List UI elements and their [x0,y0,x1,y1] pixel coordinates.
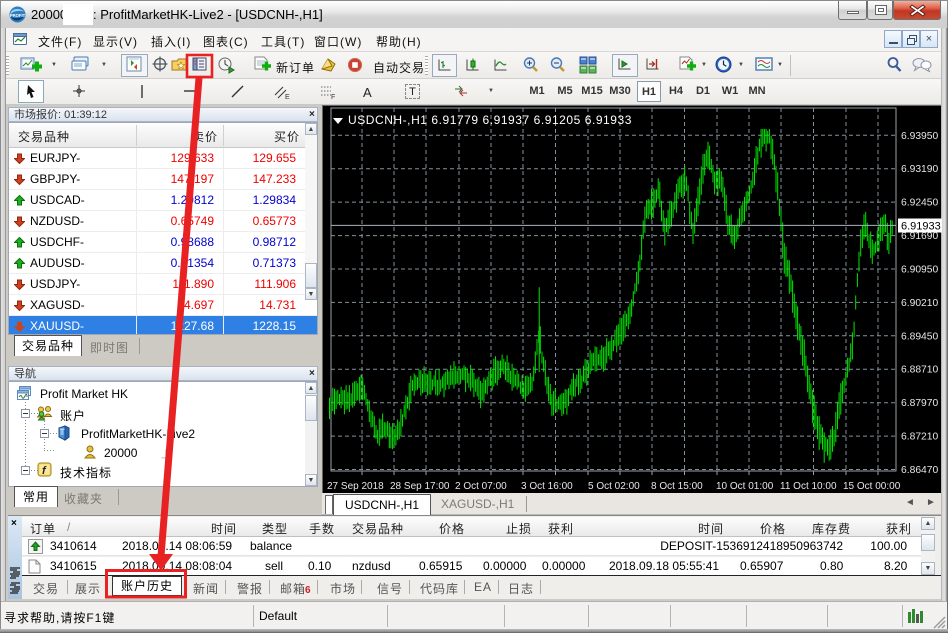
svg-text:6.87970: 6.87970 [901,398,938,409]
svg-text:USDCNH-,H1 6.91779 6.91937 6.: USDCNH-,H1 6.91779 6.91937 6.91205 6.919… [348,113,632,127]
svg-text:27 Sep 2018: 27 Sep 2018 [327,481,384,492]
svg-text:28 Sep 17:00: 28 Sep 17:00 [390,481,450,492]
svg-text:8 Oct 15:00: 8 Oct 15:00 [651,481,703,492]
svg-text:6.90210: 6.90210 [901,298,938,309]
svg-text:6.93950: 6.93950 [901,131,938,142]
svg-text:PROFIT: PROFIT [10,13,26,18]
svg-text:2 Oct 07:00: 2 Oct 07:00 [455,481,507,492]
svg-text:5 Oct 02:00: 5 Oct 02:00 [588,481,640,492]
svg-text:11 Oct 10:00: 11 Oct 10:00 [780,481,837,492]
svg-text:10 Oct 01:00: 10 Oct 01:00 [716,481,774,492]
svg-text:3 Oct 16:00: 3 Oct 16:00 [521,481,573,492]
svg-text:6.90950: 6.90950 [901,265,938,276]
svg-text:6.91933: 6.91933 [901,221,941,233]
svg-text:E: E [285,94,290,101]
svg-text:6.86470: 6.86470 [901,465,938,476]
svg-text:6.88710: 6.88710 [901,365,938,376]
svg-text:6.91690: 6.91690 [901,231,938,242]
svg-text:6.87210: 6.87210 [901,432,938,443]
svg-text:6.93190: 6.93190 [901,164,938,175]
svg-text:6.89450: 6.89450 [901,331,938,342]
svg-text:15 Oct 00:00: 15 Oct 00:00 [843,481,901,492]
svg-text:6.92450: 6.92450 [901,198,938,209]
svg-text:F: F [331,94,335,101]
